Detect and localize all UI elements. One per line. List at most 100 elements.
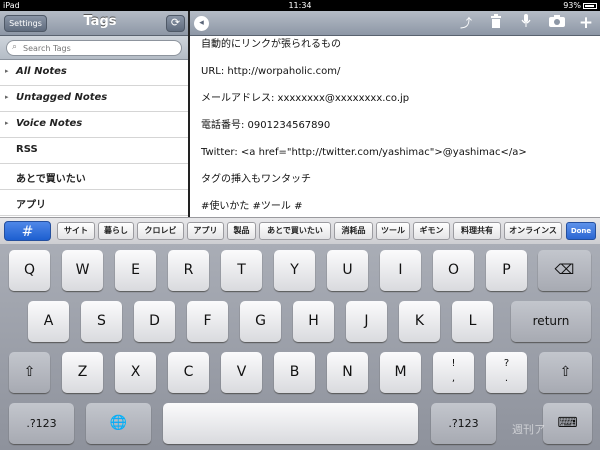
note-line: タグの挿入もワンタッチ [201,174,311,185]
tag-chip[interactable]: ツール [376,222,410,240]
note-line: Twitter: <a href="http://twitter.com/yas… [201,147,527,158]
keyboard-dismiss-key[interactable]: ⌨ [543,403,592,444]
tag-list-item[interactable]: ▸ All Notes [0,60,188,86]
share-icon[interactable]: ⤴ [456,14,476,32]
space-bar[interactable] [163,403,418,444]
key-f[interactable]: F [187,301,228,342]
key-g[interactable]: G [240,301,281,342]
tags-navbar: Settings Tags ⟳ [0,11,188,36]
note-pane: ◂ ⤴ + 自動的にリンクが張られるもの URL: http://worpahol… [190,11,600,217]
key-z[interactable]: Z [62,352,103,393]
clock: 11:34 [288,1,312,10]
key-top-char: ! [451,358,456,369]
hash-button[interactable]: # [4,221,51,241]
key-e[interactable]: E [115,250,156,291]
numbers-key-left[interactable]: .?123 [9,403,74,444]
microphone-icon[interactable] [516,14,536,32]
back-icon[interactable]: ◂ [194,16,209,31]
key-top-char: ? [503,358,510,369]
key-y[interactable]: Y [274,250,315,291]
key-p[interactable]: P [486,250,527,291]
search-field[interactable]: ⌕ [6,40,182,56]
disclosure-icon: ▸ [5,119,9,127]
key-k[interactable]: K [399,301,440,342]
tag-list-item[interactable]: アプリ [0,190,188,216]
note-line: 電話番号: 0901234567890 [201,120,331,131]
key-bottom-char: , [451,373,456,384]
note-line: #使いかた #ツール # [201,201,303,212]
key-m[interactable]: M [380,352,421,393]
key-o[interactable]: O [433,250,474,291]
tag-list: ▸ All Notes ▸ Untagged Notes ▸ Voice Notes RSS… [0,60,188,216]
tags-pane: Settings Tags ⟳ ⌕ ▸ All Notes ▸ Untagged No… [0,11,188,217]
key-i[interactable]: I [380,250,421,291]
settings-button[interactable]: Settings [4,15,47,32]
tag-chip[interactable]: オンラインス [504,222,562,240]
key-n[interactable]: N [327,352,368,393]
tag-chip[interactable]: ギモン [413,222,450,240]
search-icon: ⌕ [12,42,18,52]
tag-chip[interactable]: 料理共有 [453,222,501,240]
shift-icon: ⇧ [559,364,572,380]
key-c[interactable]: C [168,352,209,393]
battery-indicator: 93% [563,0,597,11]
keyboard-dismiss-icon: ⌨ [557,415,578,431]
plus-icon[interactable]: + [576,14,596,32]
disclosure-icon: ▸ [5,93,9,101]
tag-label: Untagged Notes [16,92,108,103]
globe-key[interactable]: 🌐 [86,403,151,444]
battery-icon [583,2,597,9]
shift-key-right[interactable]: ⇧ [539,352,592,393]
tag-chip[interactable]: 消耗品 [334,222,373,240]
tag-chip[interactable]: アプリ [187,222,224,240]
key-j[interactable]: J [346,301,387,342]
key-t[interactable]: T [221,250,262,291]
tag-chip[interactable]: サイト [57,222,95,240]
tag-suggestion-bar: # サイト 暮らし クロレビ アプリ 製品 あとで買いたい 消耗品 ツール ギモン 料理共有 オンラ… [0,217,600,244]
key-l[interactable]: L [452,301,493,342]
tag-label: Voice Notes [16,118,83,129]
key-exclaim-comma[interactable]: !, [433,352,474,393]
key-b[interactable]: B [274,352,315,393]
key-x[interactable]: X [115,352,156,393]
tags-title: Tags [83,14,117,29]
refresh-button[interactable]: ⟳ [166,15,185,32]
backspace-icon: ⌫ [554,262,575,278]
battery-percent: 93% [563,1,581,10]
return-key[interactable]: return [511,301,591,342]
key-r[interactable]: R [168,250,209,291]
tag-list-item[interactable]: ▸ Untagged Notes [0,86,188,112]
tag-chip[interactable]: 暮らし [98,222,134,240]
done-button[interactable]: Done [566,222,596,240]
key-v[interactable]: V [221,352,262,393]
refresh-icon: ⟳ [170,16,181,29]
globe-icon: 🌐 [109,415,128,431]
status-bar: iPad 11:34 93% [0,0,600,11]
watermark: 週刊ア [512,423,545,436]
tag-label: あとで買いたい [16,174,86,185]
tag-chip[interactable]: 製品 [227,222,256,240]
tag-list-item[interactable]: RSS [0,138,188,164]
backspace-key[interactable]: ⌫ [538,250,591,291]
key-w[interactable]: W [62,250,103,291]
tag-list-item[interactable]: あとで買いたい [0,164,188,190]
tag-chip[interactable]: あとで買いたい [259,222,331,240]
key-s[interactable]: S [81,301,122,342]
camera-icon[interactable] [547,14,567,32]
tag-label: アプリ [16,200,46,211]
shift-key-left[interactable]: ⇧ [9,352,50,393]
tag-list-item[interactable]: ▸ Voice Notes [0,112,188,138]
key-a[interactable]: A [28,301,69,342]
numbers-key-right[interactable]: .?123 [431,403,496,444]
tag-label: All Notes [16,66,67,77]
key-u[interactable]: U [327,250,368,291]
trash-icon[interactable] [486,14,506,32]
key-d[interactable]: D [134,301,175,342]
tag-chip[interactable]: クロレビ [137,222,184,240]
key-h[interactable]: H [293,301,334,342]
key-question-period[interactable]: ?. [486,352,527,393]
search-input[interactable] [23,42,173,54]
note-body[interactable]: 自動的にリンクが張られるもの URL: http://worpaholic.com… [201,38,596,217]
note-line: URL: http://worpaholic.com/ [201,66,341,77]
key-q[interactable]: Q [9,250,50,291]
